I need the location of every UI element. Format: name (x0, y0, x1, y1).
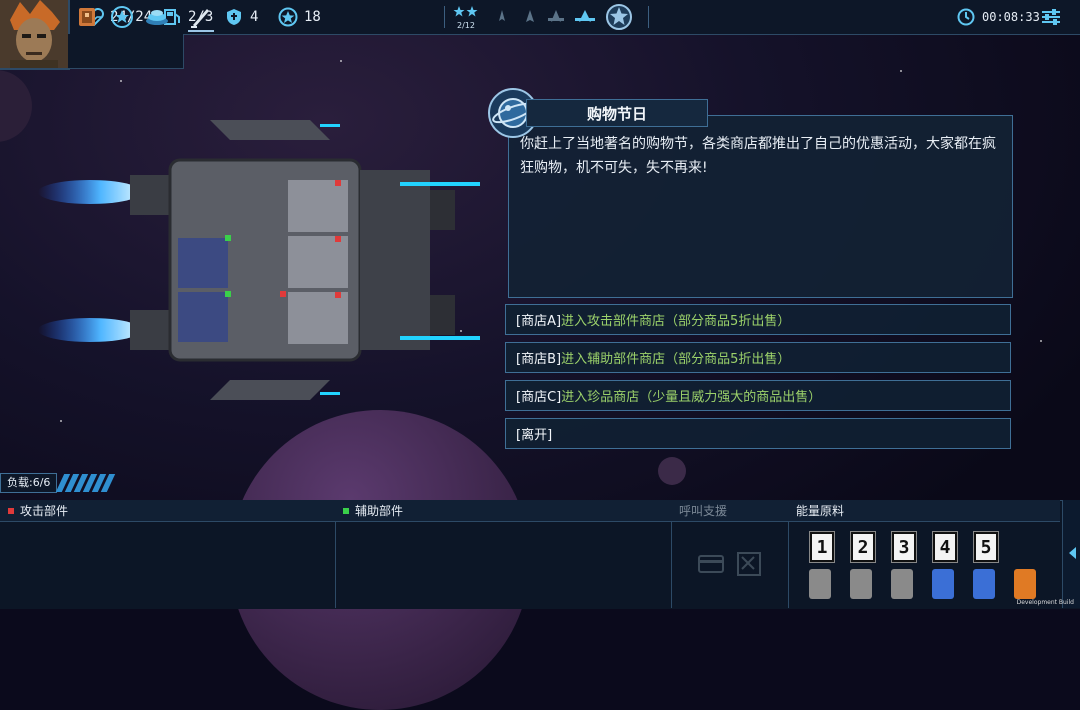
option-tag: [商店B] (516, 352, 562, 367)
option-shop-a[interactable]: [商店A] 进入攻击部件商店（部分商品5折出售） (505, 304, 1011, 335)
option-leave[interactable]: [离开] (505, 418, 1011, 449)
energy-card[interactable] (1014, 569, 1036, 599)
boss-star-icon (606, 4, 632, 30)
book-icon (79, 8, 95, 26)
crew-stack-icon (146, 10, 168, 25)
divider (648, 6, 649, 28)
skills-button[interactable] (109, 4, 135, 30)
ship-silhouette-icon (499, 10, 505, 21)
call-support-label: 呼叫支援 (679, 504, 728, 518)
sector-progress-value: 2/12 (457, 21, 475, 30)
star (60, 420, 62, 422)
option-text: 进入辅助部件商店（部分商品5折出售） (561, 352, 791, 367)
rocket-icon (191, 9, 209, 28)
stars-value: 18 (304, 9, 321, 25)
energy-slot-5[interactable]: 5 (973, 531, 999, 563)
option-tag: [商店C] (516, 390, 562, 405)
collapse-panel-button[interactable] (1062, 500, 1080, 608)
energy-card[interactable] (850, 569, 872, 599)
spaceship (38, 120, 480, 400)
shield-value: 4 (250, 9, 259, 25)
logbook-button[interactable] (74, 4, 100, 30)
ship-button[interactable] (188, 4, 214, 32)
star-coin-icon (278, 7, 298, 27)
drone-icon[interactable] (736, 551, 762, 577)
ship-silhouette-icon (526, 10, 534, 22)
settings-button[interactable] (1040, 7, 1062, 27)
energy-label: 能量原料 (796, 504, 845, 518)
energy-card[interactable] (891, 569, 913, 599)
energy-card[interactable] (932, 569, 954, 599)
star (900, 70, 902, 72)
event-description: 你赶上了当地著名的购物节，各类商店都推出了自己的优惠活动，大家都在疯狂购物，机不… (520, 136, 996, 176)
development-build-label: Development Build (1016, 599, 1074, 606)
option-tag: [商店A] (516, 314, 562, 329)
star-badge-icon (111, 6, 133, 28)
option-text: 进入攻击部件商店（部分商品5折出售） (561, 314, 791, 329)
shield-icon (224, 7, 244, 27)
support-parts-header: 辅助部件 (335, 500, 671, 522)
star (120, 80, 122, 82)
option-shop-c[interactable]: [商店C] 进入珍品商店（少量且威力强大的商品出售） (505, 380, 1011, 411)
moon (658, 457, 686, 485)
ship-silhouette-icon (548, 10, 564, 22)
sector-progress: 2/12 (452, 4, 480, 32)
energy-slot-1[interactable]: 1 (809, 531, 835, 563)
stars-stat: 18 (278, 7, 321, 27)
card-icon[interactable] (698, 553, 724, 575)
attack-parts-header: 攻击部件 (0, 500, 335, 522)
attack-marker (8, 507, 14, 514)
energy-header: 能量原料 (788, 500, 1060, 522)
captain-portrait[interactable] (0, 0, 70, 70)
option-shop-b[interactable]: [商店B] 进入辅助部件商店（部分商品5折出售） (505, 342, 1011, 373)
chevron-left-icon (1069, 547, 1076, 559)
clock-icon (956, 7, 976, 27)
energy-slot-2[interactable]: 2 (850, 531, 876, 563)
engine-flame (38, 180, 142, 204)
divider (444, 6, 445, 28)
shield-stat: 4 (224, 7, 258, 27)
event-title: 购物节日 (526, 99, 708, 127)
star (340, 60, 342, 62)
load-label: 负载:6/6 (0, 473, 58, 493)
crew-button[interactable] (144, 4, 170, 30)
stars-rating-icon (453, 6, 478, 17)
energy-card[interactable] (973, 569, 995, 599)
engine-flame (38, 318, 142, 342)
option-tag: [离开] (516, 428, 553, 443)
support-marker (343, 507, 349, 514)
load-indicator: 负载:6/6 (0, 473, 116, 493)
call-support-header: 呼叫支援 (671, 500, 788, 522)
timer-value: 00:08:33 (982, 10, 1040, 24)
ship-silhouette-icon (575, 10, 595, 22)
energy-slot-3[interactable]: 3 (891, 531, 917, 563)
tool-row (68, 34, 184, 69)
support-parts-label: 辅助部件 (355, 504, 404, 518)
option-text: 进入珍品商店（少量且威力强大的商品出售） (561, 390, 822, 405)
attack-parts-label: 攻击部件 (20, 504, 69, 518)
energy-slot-4[interactable]: 4 (932, 531, 958, 563)
energy-card[interactable] (809, 569, 831, 599)
timer: 00:08:33 (956, 7, 1040, 27)
star (1040, 340, 1042, 342)
settings-icon (1042, 9, 1060, 25)
